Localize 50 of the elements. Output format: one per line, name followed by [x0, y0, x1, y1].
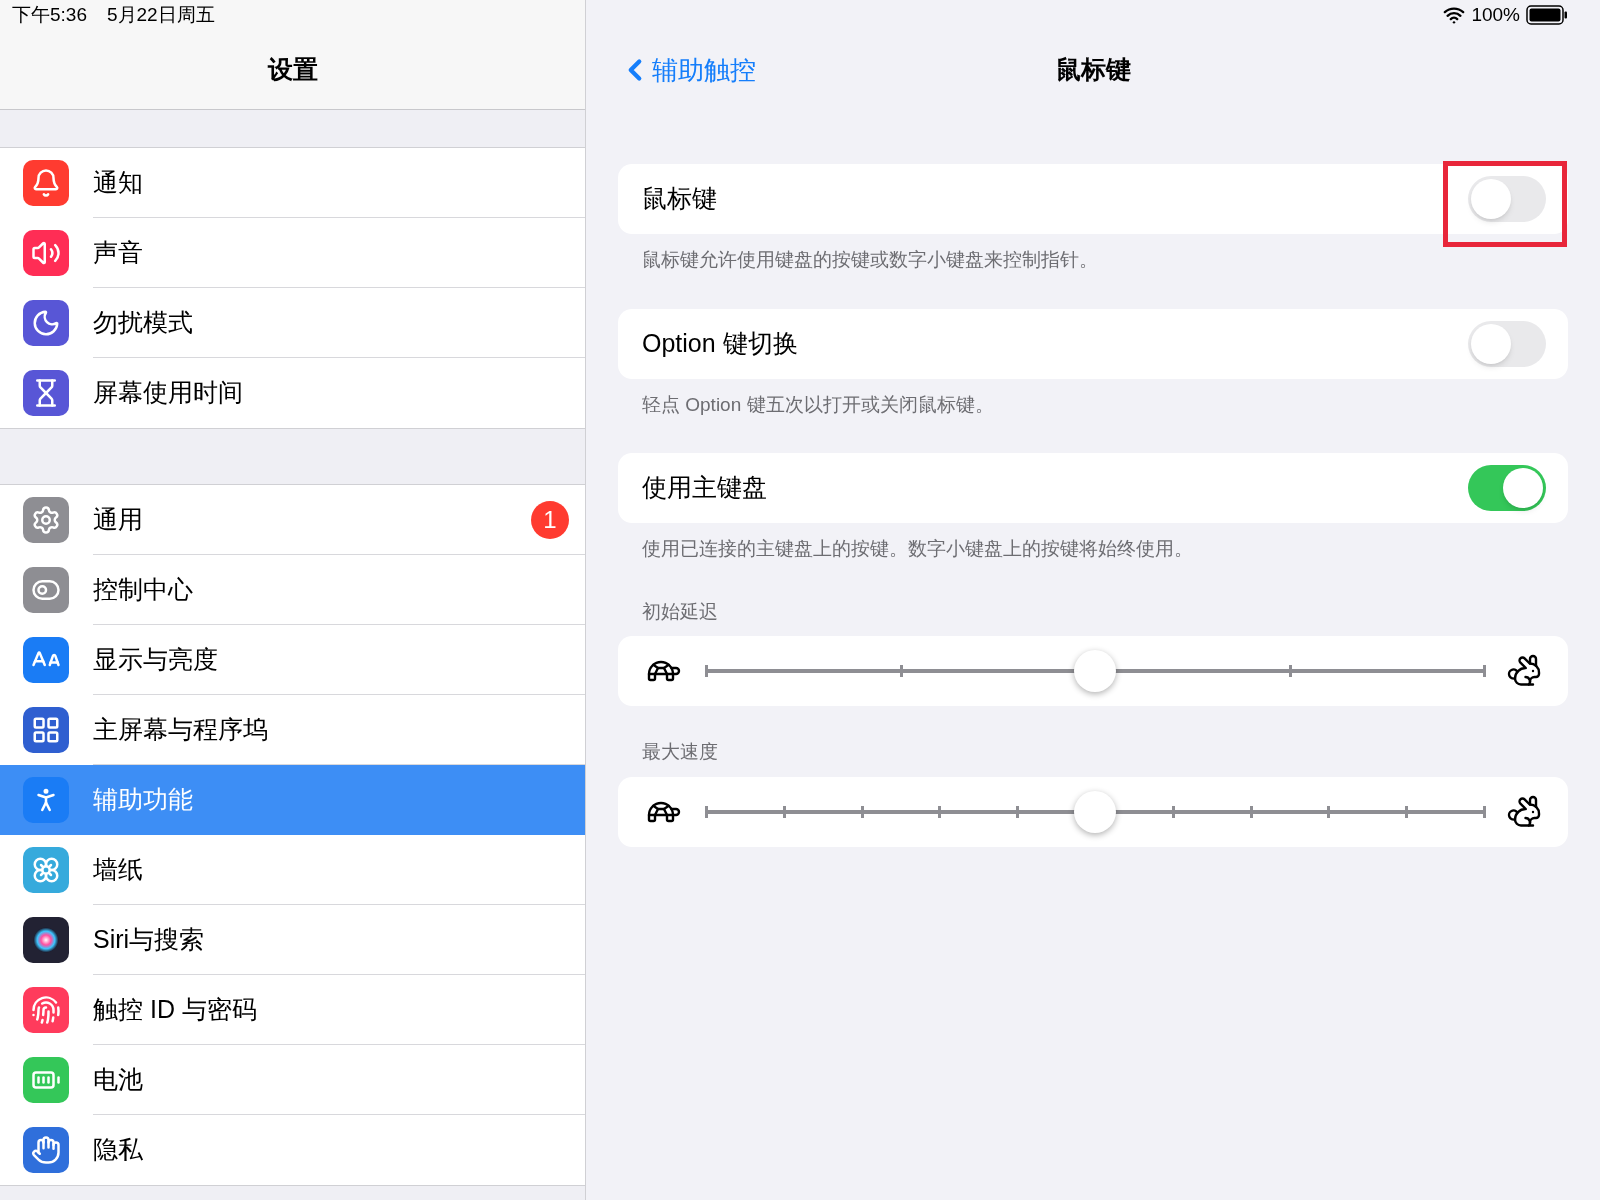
setting-label: 使用主键盘 — [642, 472, 768, 504]
settings-row[interactable]: 通知 — [0, 148, 585, 218]
row-label: 勿扰模式 — [93, 306, 194, 338]
setting-label: Option 键切换 — [642, 327, 799, 359]
status-date: 5月22日周五 — [107, 2, 215, 27]
settings-row[interactable]: 墙纸 — [0, 835, 585, 905]
settings-row[interactable]: 触控 ID 与密码 — [0, 975, 585, 1045]
status-time: 下午5:36 — [12, 2, 87, 27]
row-label: 主屏幕与程序坞 — [93, 713, 269, 745]
toggle-switch[interactable] — [1468, 465, 1546, 511]
settings-row[interactable]: Siri与搜索 — [0, 905, 585, 975]
notification-badge: 1 — [531, 500, 569, 539]
settings-row[interactable]: 声音 — [0, 218, 585, 288]
settings-row[interactable]: 电池 — [0, 1045, 585, 1115]
row-label: 屏幕使用时间 — [93, 377, 244, 409]
setting-label: 鼠标键 — [642, 183, 718, 215]
setting-description: 使用已连接的主键盘上的按键。数字小键盘上的按键将始终使用。 — [641, 537, 1194, 561]
row-label: 声音 — [93, 236, 144, 268]
setting-description: 轻点 Option 键五次以打开或关闭鼠标键。 — [641, 392, 995, 417]
row-label: 隐私 — [93, 1134, 144, 1166]
slider-thumb[interactable] — [1074, 650, 1116, 692]
row-label: 电池 — [93, 1063, 144, 1095]
wifi-icon — [1443, 4, 1466, 26]
settings-row[interactable]: 屏幕使用时间 — [0, 358, 585, 428]
toggle-switch[interactable] — [1468, 176, 1546, 222]
toggle-switch[interactable] — [1468, 320, 1546, 367]
row-label: 辅助功能 — [93, 784, 194, 816]
settings-row[interactable]: 控制中心 — [0, 555, 585, 625]
battery-icon — [1526, 5, 1568, 25]
slider[interactable] — [706, 649, 1484, 693]
settings-row[interactable]: 通用 1 — [0, 485, 585, 555]
section-header: 最大速度 — [641, 740, 719, 764]
row-label: Siri与搜索 — [93, 923, 206, 955]
settings-row[interactable]: 隐私 — [0, 1115, 585, 1185]
settings-row[interactable]: 勿扰模式 — [0, 288, 585, 358]
row-label: 触控 ID 与密码 — [93, 993, 258, 1025]
sidebar-title: 设置 — [267, 53, 318, 85]
battery-percent: 100% — [1471, 2, 1520, 27]
settings-row[interactable]: 显示与亮度 — [0, 625, 585, 695]
row-label: 墙纸 — [93, 853, 144, 885]
slider-thumb[interactable] — [1074, 790, 1116, 833]
row-label: 显示与亮度 — [93, 643, 219, 675]
section-header: 初始延迟 — [641, 599, 719, 624]
row-label: 控制中心 — [93, 573, 194, 605]
page-title: 鼠标键 — [1055, 54, 1131, 86]
row-label: 通知 — [93, 166, 144, 198]
slider[interactable] — [706, 789, 1484, 834]
row-label: 通用 — [93, 503, 144, 535]
setting-description: 鼠标键允许使用键盘的按键或数字小键盘来控制指针。 — [641, 248, 1099, 272]
settings-row[interactable]: 主屏幕与程序坞 — [0, 695, 585, 765]
